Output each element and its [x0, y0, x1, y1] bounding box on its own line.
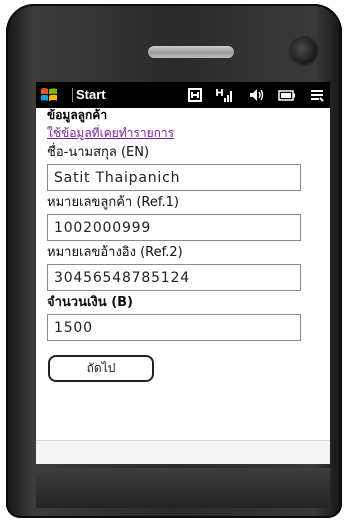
windows-flag-icon[interactable]: [40, 86, 58, 104]
signal-icon: [215, 89, 232, 102]
ref1-input[interactable]: [47, 214, 301, 241]
menu-icon[interactable]: [310, 87, 324, 103]
use-previous-data-link[interactable]: ใช้ข้อมูลที่เคยทำรายการ: [47, 126, 174, 140]
battery-icon: [278, 90, 295, 101]
start-label[interactable]: Start: [72, 88, 106, 102]
camera-lens: [291, 38, 317, 64]
name-input[interactable]: [47, 164, 301, 191]
bottom-strip: [36, 440, 330, 464]
speaker-grille: [148, 46, 234, 58]
ref1-label: หมายเลขลูกค้า (Ref.1): [47, 195, 179, 210]
device-lower-bezel: [36, 468, 330, 508]
customer-form: ข้อมูลลูกค้า ใช้ข้อมูลที่เคยทำรายการ ชื่…: [47, 109, 323, 382]
amount-label: จำนวนเงิน (B): [47, 295, 133, 310]
amount-input[interactable]: [47, 314, 301, 341]
next-button[interactable]: ถัดไป: [48, 355, 154, 382]
ref2-label: หมายเลขอ้างอิง (Ref.2): [47, 245, 183, 260]
name-label: ชื่อ-นามสกุล (EN): [47, 145, 150, 160]
ref2-input[interactable]: [47, 264, 301, 291]
status-bar: Start: [36, 82, 330, 108]
volume-icon: [249, 89, 264, 101]
section-title: ข้อมูลลูกค้า: [47, 108, 108, 122]
network-h-icon: [187, 88, 202, 102]
phone-screen: Start ข้อมูลลูกค้า ใช้ข้อมูลที่เคยทำรายก…: [36, 82, 330, 464]
